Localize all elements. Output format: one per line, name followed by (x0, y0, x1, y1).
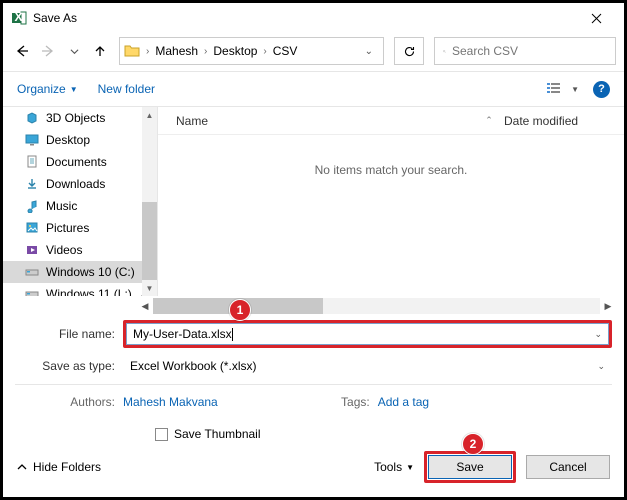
savetype-label: Save as type: (15, 359, 123, 373)
save-button[interactable]: Save (428, 455, 512, 479)
bottom-bar: Hide Folders Tools▼ Save Cancel (3, 445, 624, 489)
chevron-right-icon: › (263, 46, 266, 57)
divider (15, 384, 612, 385)
arrow-up-icon (93, 44, 107, 58)
title-bar: X Save As (3, 3, 624, 33)
window-title: Save As (33, 11, 576, 25)
nav-forward-button[interactable] (37, 40, 59, 62)
folder-tree: 3D Objects Desktop Documents Downloads M… (3, 107, 157, 296)
tree-item-windows-10[interactable]: Windows 10 (C:) (3, 261, 157, 283)
savetype-dropdown[interactable]: Excel Workbook (*.xlsx) ⌄ (123, 355, 612, 377)
tree-item-downloads[interactable]: Downloads (3, 173, 157, 195)
nav-recent-button[interactable] (63, 40, 85, 62)
hide-folders-button[interactable]: Hide Folders (17, 460, 101, 474)
chevron-up-icon (17, 462, 27, 472)
chevron-down-icon[interactable]: ⌄ (594, 329, 602, 340)
excel-icon: X (11, 10, 27, 26)
folder-icon (124, 43, 140, 60)
chevron-down-icon (70, 47, 79, 56)
refresh-icon (403, 45, 416, 58)
chevron-right-icon: › (204, 46, 207, 57)
navigation-row: › Mahesh › Desktop › CSV ⌄ (3, 33, 624, 69)
tree-item-documents[interactable]: Documents (3, 151, 157, 173)
save-button-highlight: Save (424, 451, 516, 483)
tree-item-desktop[interactable]: Desktop (3, 129, 157, 151)
refresh-button[interactable] (394, 37, 424, 65)
column-date[interactable]: Date modified (504, 114, 624, 128)
chevron-down-icon: ▼ (70, 85, 78, 94)
toolbar: Organize▼ New folder ▼ ? (3, 72, 624, 106)
empty-message: No items match your search. (158, 163, 624, 177)
address-bar[interactable]: › Mahesh › Desktop › CSV ⌄ (119, 37, 384, 65)
callout-badge-2: 2 (462, 433, 484, 455)
save-thumbnail-option[interactable]: Save Thumbnail (155, 423, 612, 445)
search-box[interactable] (434, 37, 616, 65)
search-icon (443, 45, 446, 58)
scroll-thumb[interactable] (142, 202, 157, 281)
arrow-right-icon (41, 44, 55, 58)
authors-value[interactable]: Mahesh Makvana (123, 395, 218, 409)
chevron-down-icon: ▼ (571, 85, 579, 94)
tags-label: Tags: (338, 395, 378, 409)
breadcrumb-segment[interactable]: Mahesh (155, 44, 198, 58)
arrow-left-icon (15, 44, 29, 58)
desktop-icon (25, 133, 40, 147)
callout-badge-1: 1 (229, 299, 251, 321)
chevron-right-icon: › (146, 46, 149, 57)
column-name[interactable]: Name (158, 114, 474, 128)
text-cursor (232, 328, 233, 341)
svg-text:X: X (15, 10, 23, 24)
cancel-button[interactable]: Cancel (526, 455, 610, 479)
checkbox-icon[interactable] (155, 428, 168, 441)
tree-item-music[interactable]: Music (3, 195, 157, 217)
filename-field-highlight: My-User-Data.xlsx ⌄ (123, 320, 612, 348)
search-input[interactable] (452, 44, 607, 58)
file-list-panel: Name ⌃ Date modified No items match your… (158, 107, 624, 296)
help-button[interactable]: ? (593, 81, 610, 98)
drive-icon (25, 287, 40, 296)
tree-item-pictures[interactable]: Pictures (3, 217, 157, 239)
view-mode-button[interactable]: ▼ (547, 82, 579, 96)
list-view-icon (547, 82, 569, 96)
address-history-button[interactable]: ⌄ (359, 46, 379, 57)
downloads-icon (25, 177, 40, 191)
scroll-left-button[interactable]: ◀ (137, 298, 153, 314)
column-headers: Name ⌃ Date modified (158, 107, 624, 135)
tree-item-videos[interactable]: Videos (3, 239, 157, 261)
breadcrumb-segment[interactable]: CSV (273, 44, 298, 58)
close-icon (591, 13, 602, 24)
scroll-track[interactable] (153, 298, 600, 314)
sidebar-scrollbar[interactable]: ▲ ▼ (142, 107, 157, 296)
documents-icon (25, 155, 40, 169)
music-icon (25, 199, 40, 213)
filename-input[interactable]: My-User-Data.xlsx ⌄ (126, 323, 609, 345)
tree-item-windows-11[interactable]: Windows 11 (L:)⌄ (3, 283, 157, 296)
scroll-up-button[interactable]: ▲ (142, 107, 157, 123)
3d-objects-icon (25, 111, 40, 125)
drive-icon (25, 265, 40, 279)
pictures-icon (25, 221, 40, 235)
nav-up-button[interactable] (89, 40, 111, 62)
horizontal-scrollbar[interactable]: ◀ ▶ (137, 298, 616, 314)
filename-label: File name: (15, 327, 123, 341)
breadcrumb-segment[interactable]: Desktop (213, 44, 257, 58)
scroll-right-button[interactable]: ▶ (600, 298, 616, 314)
tools-button[interactable]: Tools▼ (374, 460, 414, 474)
organize-button[interactable]: Organize▼ (17, 82, 78, 96)
scroll-down-button[interactable]: ▼ (142, 280, 157, 296)
content-area: 3D Objects Desktop Documents Downloads M… (3, 106, 624, 296)
authors-label: Authors: (15, 395, 123, 409)
close-button[interactable] (576, 5, 616, 31)
tree-item-3d-objects[interactable]: 3D Objects (3, 107, 157, 129)
chevron-down-icon: ▼ (406, 463, 414, 472)
tags-value[interactable]: Add a tag (378, 395, 429, 409)
sort-indicator-icon: ⌃ (474, 115, 504, 126)
new-folder-button[interactable]: New folder (98, 82, 155, 96)
save-form: File name: My-User-Data.xlsx ⌄ Save as t… (3, 314, 624, 445)
chevron-down-icon: ⌄ (597, 361, 605, 372)
nav-back-button[interactable] (11, 40, 33, 62)
videos-icon (25, 243, 40, 257)
